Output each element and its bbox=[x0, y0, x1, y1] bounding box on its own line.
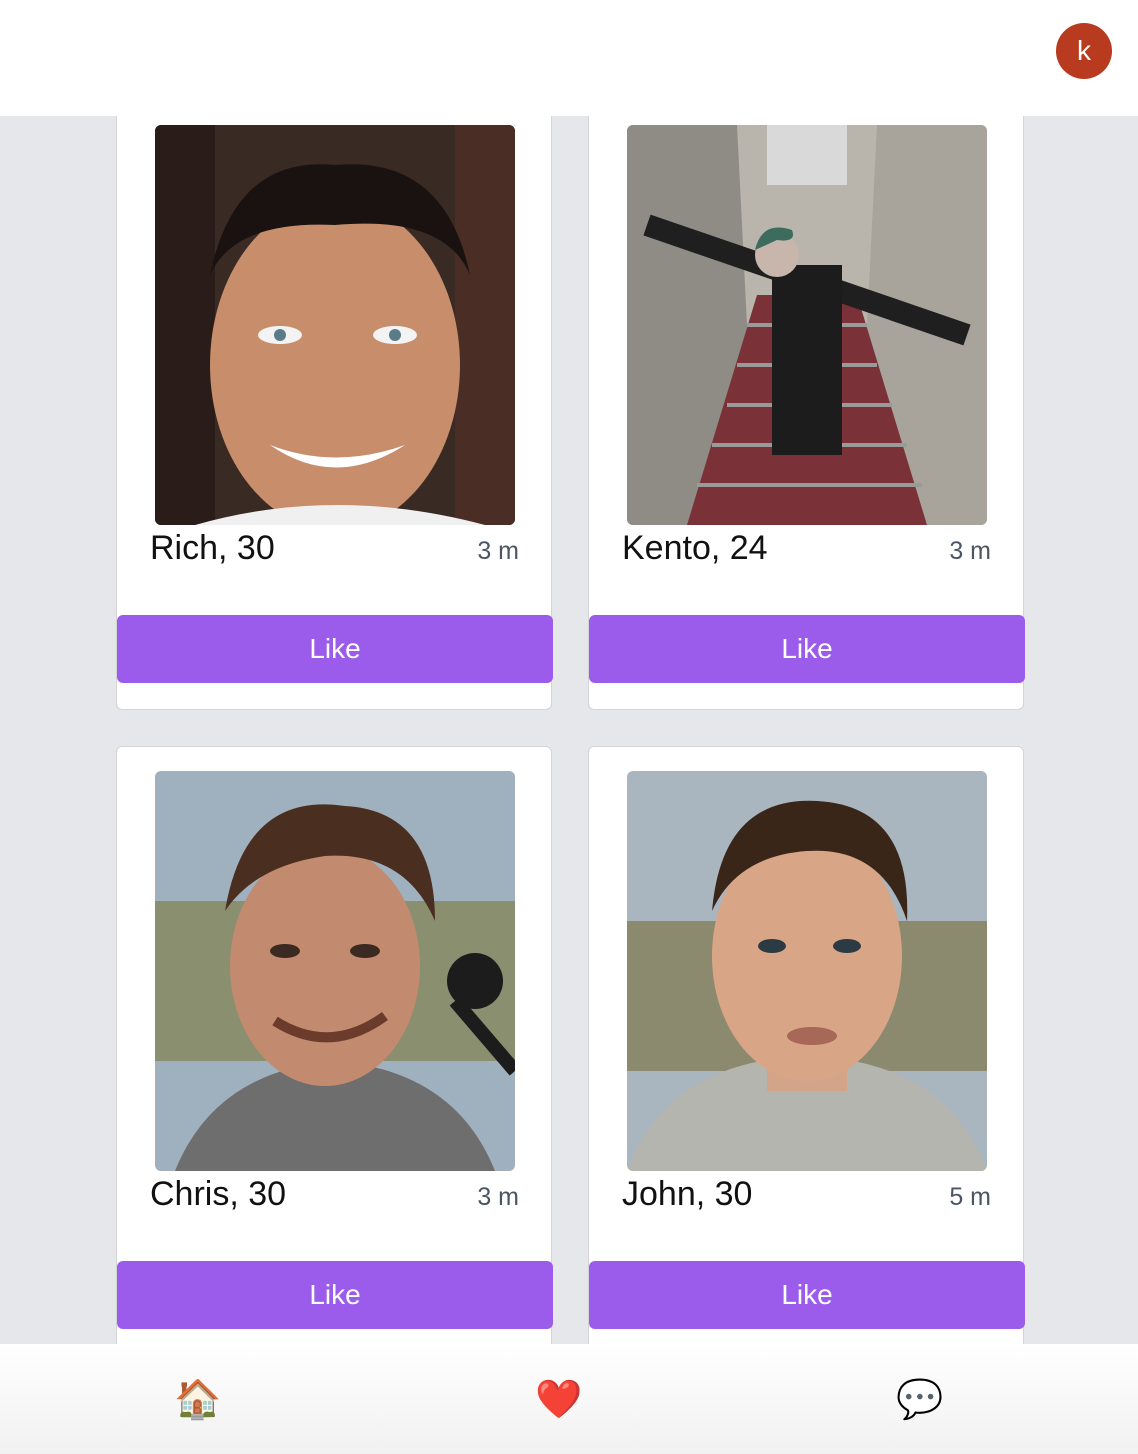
profile-name: John, 30 bbox=[622, 1175, 753, 1213]
profile-card: Rich, 30 3 m Like bbox=[116, 116, 553, 710]
like-button[interactable]: Like bbox=[589, 615, 1025, 683]
profile-card: Chris, 30 3 m Like bbox=[116, 746, 553, 1344]
profile-photo[interactable] bbox=[627, 771, 987, 1171]
profile-name: Chris, 30 bbox=[150, 1175, 287, 1213]
user-avatar[interactable]: k bbox=[1056, 23, 1112, 79]
profile-grid[interactable]: Rich, 30 3 m Like Kento, 24 3 m Like Chr… bbox=[0, 116, 1138, 1344]
profile-photo[interactable] bbox=[155, 125, 515, 525]
profile-name: Rich, 30 bbox=[150, 529, 275, 567]
profile-distance: 3 m bbox=[949, 537, 991, 565]
chat-bubble-icon[interactable]: 💬 bbox=[896, 1376, 944, 1424]
like-button[interactable]: Like bbox=[117, 1261, 553, 1329]
profile-card: Kento, 24 3 m Like bbox=[588, 116, 1025, 710]
profile-distance: 5 m bbox=[949, 1183, 991, 1211]
profile-photo[interactable] bbox=[155, 771, 515, 1171]
like-button[interactable]: Like bbox=[117, 615, 553, 683]
profile-photo[interactable] bbox=[627, 125, 987, 525]
profile-card: John, 30 5 m Like bbox=[588, 746, 1025, 1344]
like-button[interactable]: Like bbox=[589, 1261, 1025, 1329]
profile-distance: 3 m bbox=[477, 1183, 519, 1211]
heart-icon[interactable]: ❤️ bbox=[535, 1376, 583, 1424]
profile-name: Kento, 24 bbox=[622, 529, 768, 567]
top-bar: k bbox=[0, 0, 1138, 116]
house-icon[interactable]: 🏠 bbox=[174, 1376, 222, 1424]
bottom-tab-bar: 🏠 ❤️ 💬 bbox=[0, 1344, 1138, 1454]
profile-distance: 3 m bbox=[477, 537, 519, 565]
